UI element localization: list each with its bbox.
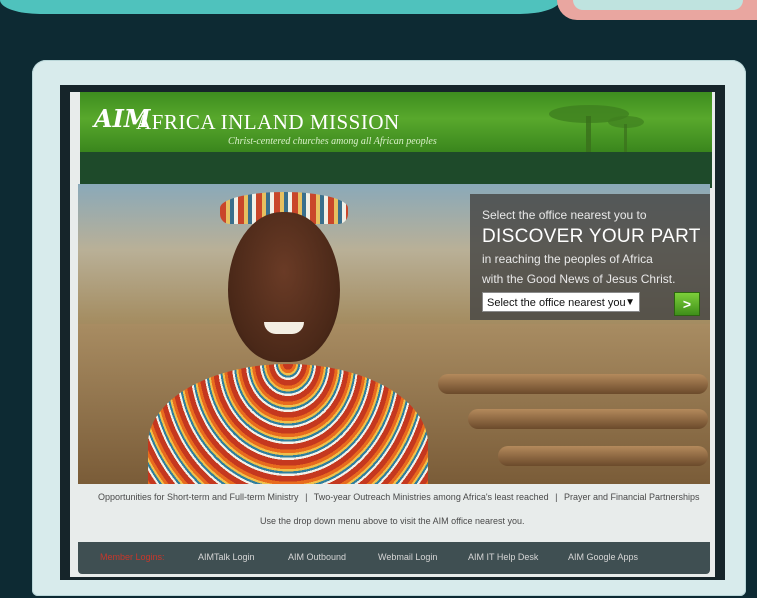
- aim-outbound-link[interactable]: AIM Outbound: [288, 552, 346, 562]
- office-selector-panel: Select the office nearest you to DISCOVE…: [470, 194, 710, 320]
- hero-image: Select the office nearest you to DISCOVE…: [78, 184, 710, 484]
- background-shape: [573, 0, 743, 10]
- go-button[interactable]: >: [674, 292, 700, 316]
- link-short-full-term[interactable]: Opportunities for Short-term and Full-te…: [98, 492, 299, 502]
- link-separator: |: [305, 492, 308, 502]
- site-title[interactable]: AFRICA INLAND MISSION: [136, 110, 400, 135]
- hero-person: [228, 212, 340, 362]
- office-note: Use the drop down menu above to visit th…: [260, 516, 525, 526]
- office-select[interactable]: Select the office nearest you ▼: [482, 292, 640, 312]
- it-help-desk-link[interactable]: AIM IT Help Desk: [468, 552, 538, 562]
- hero-smile: [264, 322, 304, 334]
- webpage: AIM AFRICA INLAND MISSION Christ-centere…: [70, 92, 715, 577]
- site-tagline: Christ-centered churches among all Afric…: [228, 136, 437, 147]
- member-logins-label: Member Logins:: [100, 552, 165, 562]
- cta-text: in reaching the peoples of Africa: [482, 252, 653, 266]
- aimtalk-login-link[interactable]: AIMTalk Login: [198, 552, 255, 562]
- background-shape: [0, 0, 560, 14]
- cta-heading: DISCOVER YOUR PART: [482, 226, 701, 247]
- google-apps-link[interactable]: AIM Google Apps: [568, 552, 638, 562]
- office-select-value: Select the office nearest you: [487, 297, 626, 309]
- hero-log: [498, 446, 708, 466]
- link-separator: |: [555, 492, 558, 502]
- webmail-login-link[interactable]: Webmail Login: [378, 552, 437, 562]
- background-strip: [0, 0, 757, 20]
- footer-bar: Member Logins: AIMTalk Login AIM Outboun…: [78, 542, 710, 574]
- cta-text: with the Good News of Jesus Christ.: [482, 272, 676, 286]
- site-header: AIM AFRICA INLAND MISSION Christ-centere…: [80, 92, 712, 188]
- cta-intro: Select the office nearest you to: [482, 208, 647, 222]
- ministry-links: Opportunities for Short-term and Full-te…: [98, 492, 700, 502]
- hero-log: [438, 374, 708, 394]
- link-prayer-financial[interactable]: Prayer and Financial Partnerships: [564, 492, 700, 502]
- chevron-down-icon: ▼: [625, 297, 635, 308]
- acacia-tree-icon: [549, 105, 644, 152]
- link-outreach[interactable]: Two-year Outreach Ministries among Afric…: [314, 492, 549, 502]
- hero-log: [468, 409, 708, 429]
- header-band: AIM AFRICA INLAND MISSION Christ-centere…: [80, 92, 712, 152]
- aim-logo-icon[interactable]: AIM: [94, 104, 150, 134]
